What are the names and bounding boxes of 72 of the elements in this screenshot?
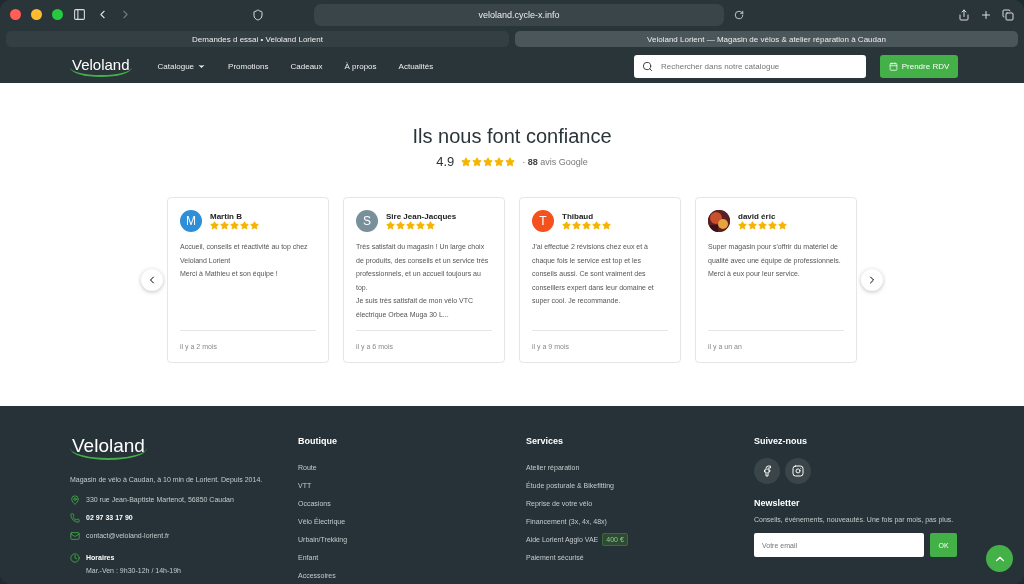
star-icon [416,221,425,231]
nav-link[interactable]: Catalogue [157,62,207,72]
nav-link[interactable]: À propos [344,62,377,72]
footer-logo[interactable]: Veloland [70,436,147,460]
email-icon [70,530,80,541]
minimize-window-button[interactable] [31,9,42,21]
address-bar[interactable]: veloland.cycle-x.info [314,3,724,26]
star-icon [220,221,229,231]
star-icon [426,221,435,231]
star-icon [758,221,767,231]
browser-tab[interactable]: Veloland Lorient — Magasin de vélos & atelier réparation à Caudan [515,31,1018,48]
star-icon [461,156,472,167]
clock-icon [70,552,80,563]
reviewer-name: Thibaud [562,212,595,222]
star-icon [250,221,259,231]
search-icon [642,61,653,73]
close-window-button[interactable] [10,9,21,21]
column-title: Services [526,436,564,446]
star-icon [738,221,747,231]
previous-button[interactable] [141,269,163,292]
star-icon [768,221,777,231]
star-icon [406,221,415,231]
avatar: M [180,210,202,233]
facebook-icon [761,465,773,477]
share-icon[interactable] [958,8,970,21]
instagram-icon [792,465,804,477]
tabs-icon[interactable] [1002,8,1014,21]
scroll-top-button[interactable] [986,545,1013,572]
phone-icon [70,512,80,523]
column-title: Boutique [298,436,337,446]
review-count: · 88 avis Google [522,156,588,167]
rating-score: 4.9 [436,154,455,170]
next-button[interactable] [861,269,883,292]
star-icon [572,221,581,231]
star-icon [472,156,483,167]
shield-icon[interactable] [252,8,264,21]
facebook-button[interactable] [754,458,780,484]
reviewer-name: david éric [738,212,777,222]
star-icon [396,221,405,231]
search-field[interactable]: Rechercher dans notre catalogue [634,55,866,79]
star-icon [483,156,494,167]
calendar-icon [888,62,898,72]
reviewer-name: Martin B [210,212,243,222]
sidebar-icon[interactable] [73,8,86,22]
nav-link[interactable]: Promotions [228,62,269,72]
star-icon [386,221,395,231]
nav-link[interactable]: Cadeaux [290,62,323,72]
reload-icon[interactable] [734,9,744,20]
star-icon [562,221,571,231]
column-title: Suivez-nous [754,436,807,446]
instagram-button[interactable] [785,458,811,484]
star-icon [592,221,601,231]
nav-link[interactable]: Actualités [398,62,434,72]
avatar: S [356,210,378,233]
star-icon [230,221,239,231]
star-icon [505,156,516,167]
star-icon [210,221,219,231]
section-title: Ils nous font confiance [412,125,612,149]
column-title: Newsletter [754,498,800,508]
logo[interactable]: Veloland [70,57,132,77]
location-pin-icon [70,494,80,505]
star-icon [602,221,611,231]
star-icon [582,221,591,231]
avatar: T [532,210,554,233]
reviewer-name: Sire Jean-Jacques [386,212,457,222]
star-icon [748,221,757,231]
new-tab-icon[interactable] [980,8,992,21]
star-icon [494,156,505,167]
maximize-window-button[interactable] [52,9,63,21]
star-icon [778,221,787,231]
browser-tab[interactable]: Demandes d essai • Veloland Lorient [6,31,509,48]
star-icon [240,221,249,231]
